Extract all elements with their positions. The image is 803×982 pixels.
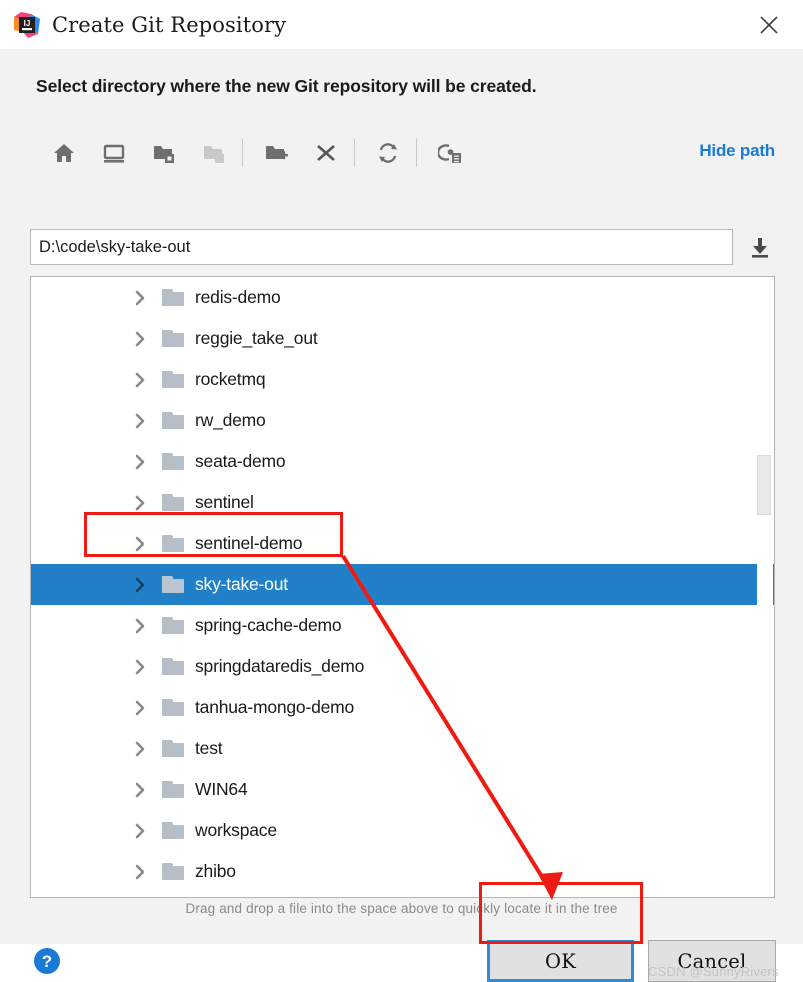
tree-row[interactable]: springdataredis_demo (31, 646, 774, 687)
tree-item-label: rw_demo (195, 410, 266, 430)
toolbar-separator (354, 139, 355, 167)
folder-icon (162, 699, 184, 716)
folder-icon (162, 863, 184, 880)
folder-icon (162, 822, 184, 839)
show-hidden-files-icon[interactable] (428, 131, 472, 175)
chevron-right-icon[interactable] (131, 289, 149, 307)
folder-icon (162, 740, 184, 757)
folder-collapse-icon (192, 131, 236, 175)
title-bar: IJ Create Git Repository (0, 0, 803, 49)
chevron-right-icon[interactable] (131, 412, 149, 430)
svg-text:IJ: IJ (24, 19, 31, 28)
tree-row[interactable]: reggie_take_out (31, 318, 774, 359)
tree-item-label: seata-demo (195, 451, 286, 471)
close-icon[interactable] (753, 10, 785, 40)
tree-item-label: test (195, 738, 223, 758)
tree-item-label: reggie_take_out (195, 328, 318, 348)
tree-row[interactable]: seata-demo (31, 441, 774, 482)
folder-icon (162, 453, 184, 470)
folder-icon (162, 371, 184, 388)
tree-row[interactable]: test (31, 728, 774, 769)
tree-item-label: rocketmq (195, 369, 266, 389)
tree-row[interactable]: sentinel-demo (31, 523, 774, 564)
desktop-icon[interactable] (92, 131, 136, 175)
chevron-right-icon[interactable] (131, 863, 149, 881)
path-input[interactable]: D:\code\sky-take-out (30, 229, 733, 265)
help-icon[interactable]: ? (32, 946, 62, 976)
tree-row[interactable]: sky-take-out (31, 564, 774, 605)
tree-item-label: spring-cache-demo (195, 615, 342, 635)
tree-row[interactable]: zhibo (31, 851, 774, 892)
tree-item-label: sky-take-out (195, 574, 288, 594)
chevron-right-icon[interactable] (131, 740, 149, 758)
arrow-to-line-icon[interactable] (745, 232, 775, 262)
delete-icon[interactable] (304, 131, 348, 175)
tree-item-label: zhibo (195, 861, 236, 881)
chevron-right-icon[interactable] (131, 822, 149, 840)
toolbar-separator (242, 139, 243, 167)
folder-icon (162, 658, 184, 675)
dialog-body: Select directory where the new Git repos… (0, 49, 803, 982)
chevron-right-icon[interactable] (131, 781, 149, 799)
folder-icon (162, 617, 184, 634)
home-icon[interactable] (42, 131, 86, 175)
window-title: Create Git Repository (52, 12, 287, 37)
tree-row[interactable]: tanhua-mongo-demo (31, 687, 774, 728)
chevron-right-icon[interactable] (131, 453, 149, 471)
folder-icon (162, 535, 184, 552)
chevron-right-icon[interactable] (131, 617, 149, 635)
new-folder-icon[interactable] (254, 131, 298, 175)
tree-list: redis-demo reggie_take_out rocketmq rw_demo… (31, 277, 774, 892)
tree-row[interactable]: rw_demo (31, 400, 774, 441)
toolbar-separator (416, 139, 417, 167)
chevron-right-icon[interactable] (131, 494, 149, 512)
tree-row[interactable]: rocketmq (31, 359, 774, 400)
tree-item-label: sentinel-demo (195, 533, 303, 553)
chevron-right-icon[interactable] (131, 535, 149, 553)
tree-row[interactable]: WIN64 (31, 769, 774, 810)
folder-icon (162, 412, 184, 429)
folder-icon (162, 576, 184, 593)
tree-item-label: WIN64 (195, 779, 248, 799)
tree-row[interactable]: sentinel (31, 482, 774, 523)
tree-item-label: sentinel (195, 492, 254, 512)
folder-expand-icon[interactable] (142, 131, 186, 175)
folder-icon (162, 289, 184, 306)
chevron-right-icon[interactable] (131, 658, 149, 676)
tree-row[interactable]: workspace (31, 810, 774, 851)
folder-icon (162, 494, 184, 511)
chevron-right-icon[interactable] (131, 576, 149, 594)
tree-item-label: springdataredis_demo (195, 656, 365, 676)
tree-row[interactable]: spring-cache-demo (31, 605, 774, 646)
intellij-idea-icon: IJ (14, 11, 40, 38)
watermark: CSDN @SunnyRivers (648, 964, 779, 979)
directory-tree[interactable]: redis-demo reggie_take_out rocketmq rw_demo… (30, 276, 775, 898)
chevron-right-icon[interactable] (131, 699, 149, 717)
file-chooser-toolbar: Hide path (30, 131, 775, 179)
tree-item-label: tanhua-mongo-demo (195, 697, 355, 717)
tree-item-label: redis-demo (195, 287, 281, 307)
path-row: D:\code\sky-take-out (30, 229, 775, 267)
tree-scrollbar-thumb[interactable] (757, 455, 771, 515)
drag-drop-hint: Drag and drop a file into the space abov… (185, 901, 618, 916)
tree-scrollbar[interactable] (757, 278, 773, 897)
tree-row[interactable]: redis-demo (31, 277, 774, 318)
svg-text:?: ? (42, 952, 52, 971)
chevron-right-icon[interactable] (131, 330, 149, 348)
chevron-right-icon[interactable] (131, 371, 149, 389)
hide-path-link[interactable]: Hide path (699, 141, 775, 161)
tree-item-label: workspace (195, 820, 277, 840)
dialog-prompt: Select directory where the new Git repos… (36, 76, 537, 96)
ok-button[interactable]: OK (487, 940, 634, 982)
folder-icon (162, 781, 184, 798)
refresh-icon[interactable] (366, 131, 410, 175)
folder-icon (162, 330, 184, 347)
